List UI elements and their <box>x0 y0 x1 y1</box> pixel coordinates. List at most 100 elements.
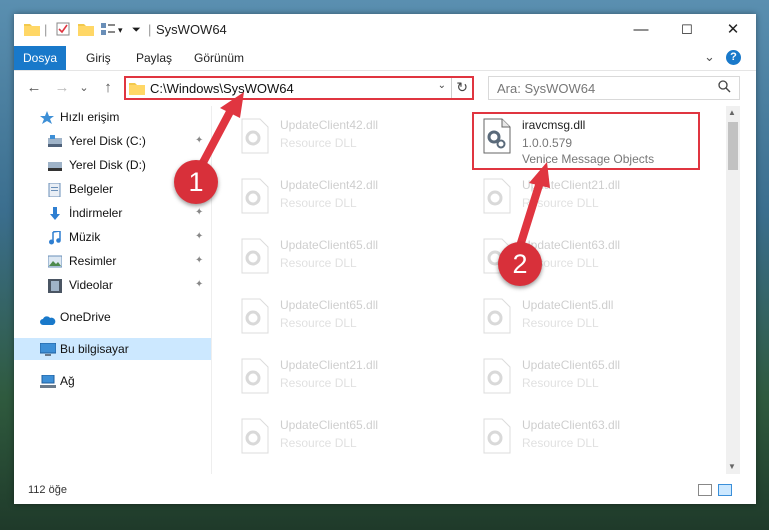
list-item[interactable]: UpdateClient65.dll Resource DLL <box>232 414 452 464</box>
tiles-view-icon[interactable] <box>718 484 732 496</box>
pictures-icon <box>47 254 63 268</box>
tab-file[interactable]: Dosya <box>14 46 66 70</box>
network-icon <box>40 374 56 388</box>
tab-home[interactable]: Giriş <box>76 46 121 70</box>
view-menu-icon[interactable] <box>100 22 116 40</box>
vertical-scrollbar[interactable]: ▲ ▼ <box>726 106 740 474</box>
tab-share[interactable]: Paylaş <box>126 46 182 70</box>
scroll-up-icon[interactable]: ▲ <box>728 108 736 117</box>
file-description: Resource DLL <box>522 196 599 210</box>
sidebar-item-this-pc[interactable]: Bu bilgisayar <box>14 338 211 360</box>
back-button[interactable]: ← <box>24 78 44 98</box>
tab-view[interactable]: Görünüm <box>184 46 254 70</box>
download-icon <box>48 206 62 220</box>
forward-button[interactable]: → <box>52 78 72 98</box>
list-item[interactable]: UpdateClient42.dll Resource DLL <box>232 114 452 164</box>
sidebar-item-local-disk-c[interactable]: Yerel Disk (C:) ✦ <box>14 130 211 152</box>
music-icon <box>48 230 62 245</box>
dll-file-icon <box>482 358 512 394</box>
search-box[interactable]: Ara: SysWOW64 <box>488 76 740 100</box>
file-description: Resource DLL <box>522 376 599 390</box>
scroll-down-icon[interactable]: ▼ <box>728 462 736 471</box>
address-dropdown-icon[interactable]: ⌄ <box>438 80 446 91</box>
file-description: Resource DLL <box>522 436 599 450</box>
videos-icon <box>48 278 62 293</box>
dll-file-icon <box>240 418 270 454</box>
sidebar-item-downloads[interactable]: İndirmeler ✦ <box>14 202 211 224</box>
folder-icon <box>24 22 40 40</box>
pin-icon[interactable]: ✦ <box>195 274 203 296</box>
refresh-icon[interactable]: ↻ <box>456 79 468 96</box>
separator: | <box>148 22 152 37</box>
folder-icon <box>129 81 145 95</box>
pin-icon[interactable]: ✦ <box>195 226 203 248</box>
list-item[interactable]: UpdateClient42.dll Resource DLL <box>232 174 452 224</box>
ribbon-collapse-icon[interactable]: ⌄ <box>704 49 715 65</box>
item-count: 112 öğe <box>28 484 67 496</box>
star-icon <box>40 110 54 124</box>
recent-locations-button[interactable]: ⌄ <box>74 78 94 98</box>
dll-file-icon <box>240 238 270 274</box>
sidebar-item-network[interactable]: Ağ <box>14 370 211 392</box>
file-description: Resource DLL <box>280 196 357 210</box>
file-name: UpdateClient42.dll <box>280 118 379 132</box>
address-bar[interactable]: C:\Windows\SysWOW64 ⌄ ↻ <box>124 76 474 100</box>
dll-file-icon <box>240 298 270 334</box>
scroll-thumb[interactable] <box>728 122 738 170</box>
sidebar-item-label: Yerel Disk (C:) <box>69 134 146 148</box>
help-icon[interactable]: ? <box>726 50 741 65</box>
step-1-badge: 1 <box>174 160 218 204</box>
computer-icon <box>39 342 57 356</box>
sidebar-item-label: Resimler <box>69 254 117 268</box>
sidebar-item-onedrive[interactable]: OneDrive <box>14 306 211 328</box>
navigation-bar: ← → ⌄ ↑ C:\Windows\SysWOW64 ⌄ ↻ Ara: Sys… <box>14 74 756 102</box>
drive-icon <box>48 134 62 148</box>
cloud-icon <box>40 311 56 325</box>
details-view-icon[interactable] <box>698 484 712 496</box>
address-path[interactable]: C:\Windows\SysWOW64 <box>150 81 294 96</box>
sidebar-item-label: Hızlı erişim <box>60 110 120 124</box>
file-description: Resource DLL <box>280 136 357 150</box>
file-description: Resource DLL <box>280 316 357 330</box>
sidebar-item-pictures[interactable]: Resimler ✦ <box>14 250 211 272</box>
pin-icon[interactable]: ✦ <box>195 202 203 224</box>
list-item[interactable]: UpdateClient5.dll Resource DLL <box>474 294 694 344</box>
new-folder-icon[interactable] <box>78 22 94 40</box>
sidebar-item-quick-access[interactable]: Hızlı erişim <box>14 106 211 128</box>
close-button[interactable]: ✕ <box>710 14 756 46</box>
up-button[interactable]: ↑ <box>98 78 118 98</box>
list-item[interactable]: UpdateClient63.dll Resource DLL <box>474 414 694 464</box>
dll-file-icon <box>240 358 270 394</box>
properties-icon[interactable] <box>56 22 70 40</box>
step-2-badge: 2 <box>498 242 542 286</box>
list-item[interactable]: UpdateClient21.dll Resource DLL <box>474 174 694 224</box>
list-item[interactable]: UpdateClient21.dll Resource DLL <box>232 354 452 404</box>
dll-file-icon <box>240 118 270 154</box>
sidebar-item-videos[interactable]: Videolar ✦ <box>14 274 211 296</box>
maximize-button[interactable]: ☐ <box>664 14 710 46</box>
minimize-button[interactable]: — <box>618 14 664 46</box>
search-input[interactable]: Ara: SysWOW64 <box>497 81 595 96</box>
pin-icon[interactable]: ✦ <box>195 130 203 152</box>
file-name: UpdateClient5.dll <box>522 298 614 312</box>
quick-access-dropdown-icon[interactable]: ▾ <box>118 22 123 38</box>
file-name: UpdateClient65.dll <box>280 238 379 252</box>
sidebar-item-label: OneDrive <box>60 310 111 324</box>
file-name: UpdateClient42.dll <box>280 178 379 192</box>
sidebar-item-music[interactable]: Müzik ✦ <box>14 226 211 248</box>
file-name: UpdateClient63.dll <box>522 418 621 432</box>
separator: | <box>44 22 48 37</box>
list-item[interactable]: UpdateClient65.dll Resource DLL <box>232 234 452 284</box>
window-title: SysWOW64 <box>156 22 227 37</box>
dll-file-icon <box>482 298 512 334</box>
list-item[interactable]: UpdateClient65.dll Resource DLL <box>232 294 452 344</box>
pin-icon[interactable]: ✦ <box>195 250 203 272</box>
sidebar-item-label: İndirmeler <box>69 206 123 220</box>
customize-toolbar-icon[interactable]: ⏷ <box>132 22 141 38</box>
sidebar-item-label: Müzik <box>69 230 101 244</box>
ribbon: Dosya Giriş Paylaş Görünüm ⌄ ? <box>14 46 756 71</box>
search-icon <box>718 80 731 96</box>
drive-icon <box>48 158 62 172</box>
list-item[interactable]: UpdateClient65.dll Resource DLL <box>474 354 694 404</box>
separator <box>451 78 452 98</box>
